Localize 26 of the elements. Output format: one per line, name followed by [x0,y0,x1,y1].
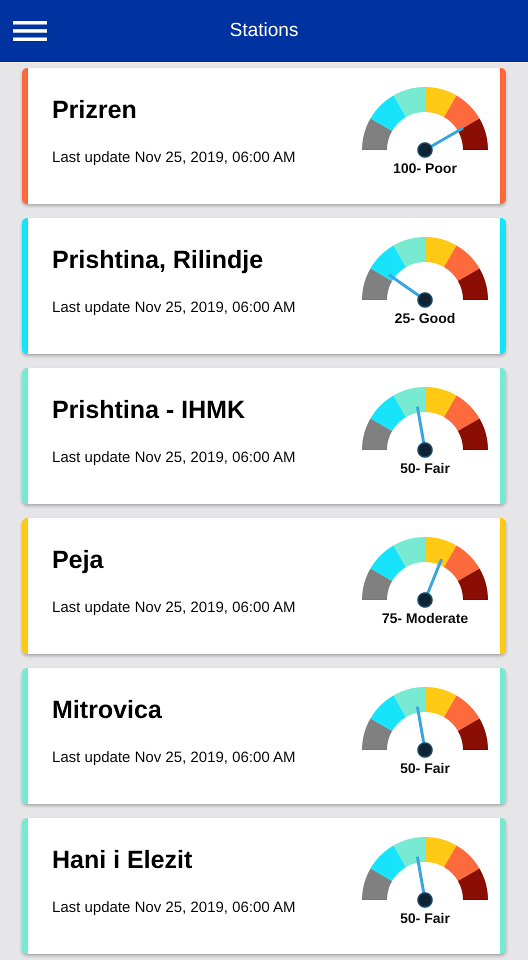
aqi-reading: 50- Fair [400,910,450,926]
station-name: Mitrovica [52,696,163,725]
menu-icon[interactable] [13,21,47,41]
aqi-reading: 25- Good [394,310,456,326]
last-update: Last update Nov 25, 2019, 06:00 AM [52,449,297,466]
station-card[interactable]: Peja Last update Nov 25, 2019, 06:00 AM 75- Moderate [22,518,506,654]
aqi-reading: 50- Fair [400,460,450,476]
station-name: Peja [52,546,104,575]
station-card[interactable]: Mitrovica Last update Nov 25, 2019, 06:00 AM 50- Fair [22,668,506,804]
last-update: Last update Nov 25, 2019, 06:00 AM [52,899,297,916]
station-name: Prishtina - IHMK [52,396,246,425]
station-card[interactable]: Prishtina - IHMK Last update Nov 25, 2019, 06:00 AM 50- Fair [22,368,506,504]
station-name: Prishtina, Rilindje [52,246,264,275]
last-update: Last update Nov 25, 2019, 06:00 AM [52,149,297,166]
station-name: Prizren [52,96,138,125]
station-card[interactable]: Hani i Elezit Last update Nov 25, 2019, 06:00 AM 50- Fair [22,818,506,954]
screen-title: Stations [228,20,300,42]
station-name: Hani i Elezit [52,846,194,875]
station-card[interactable]: Prishtina, Rilindje Last update Nov 25, 2019, 06:00 AM 25- Good [22,218,506,354]
aqi-reading: 75- Moderate [382,610,468,626]
aqi-reading: 50- Fair [400,760,450,776]
station-card[interactable]: Prizren Last update Nov 25, 2019, 06:00 AM 100- Poor [22,68,506,204]
last-update: Last update Nov 25, 2019, 06:00 AM [52,749,297,766]
last-update: Last update Nov 25, 2019, 06:00 AM [52,299,297,316]
last-update: Last update Nov 25, 2019, 06:00 AM [52,599,297,616]
aqi-reading: 100- Poor [393,160,457,176]
